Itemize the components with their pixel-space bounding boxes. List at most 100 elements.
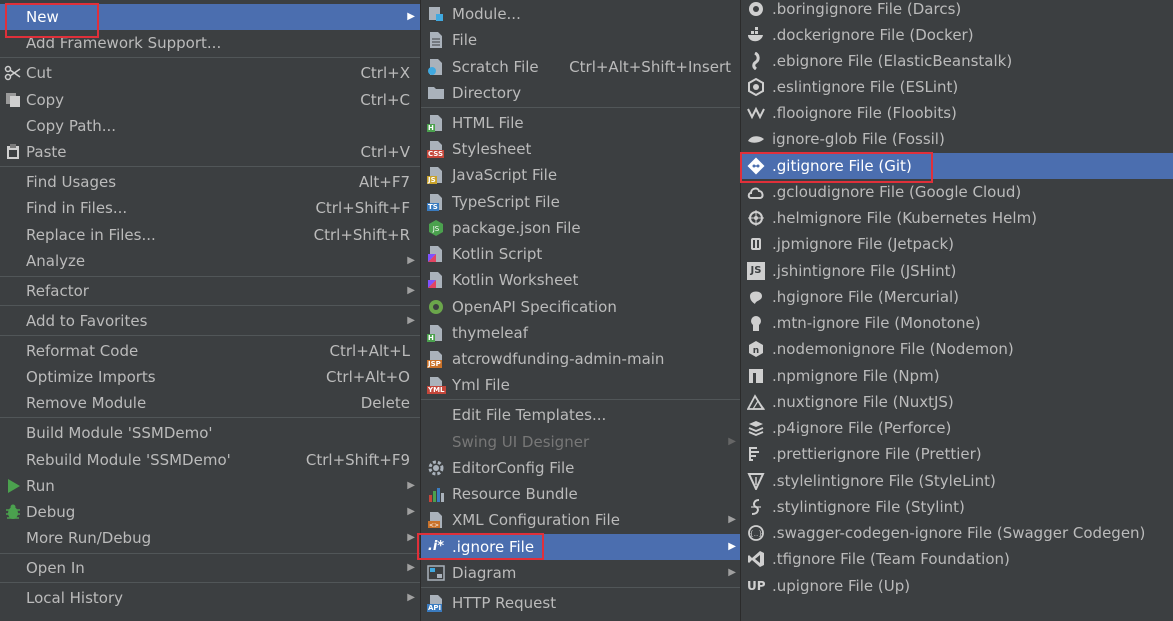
menu-item-find-usages[interactable]: Find Usages Alt+F7 bbox=[0, 169, 420, 195]
menu-item-paste[interactable]: Paste Ctrl+V bbox=[0, 139, 420, 165]
menu-item-nuxtignore[interactable]: .nuxtignore File (NuxtJS) bbox=[741, 389, 1173, 415]
menu-item-yml-file[interactable]: YML Yml File bbox=[421, 372, 741, 398]
menu-item-package-json[interactable]: JS package.json File bbox=[421, 215, 741, 241]
menu-item-module[interactable]: Module... bbox=[421, 1, 741, 27]
menu-item-optimize-imports[interactable]: Optimize Imports Ctrl+Alt+O bbox=[0, 364, 420, 390]
menu-item-editorconfig[interactable]: EditorConfig File bbox=[421, 455, 741, 481]
shortcut-text: Ctrl+Shift+F bbox=[315, 199, 410, 217]
submenu-arrow-icon: ▶ bbox=[407, 255, 415, 266]
menu-item-label: Build Module 'SSMDemo' bbox=[26, 424, 213, 442]
menu-item-new[interactable]: New ▶ bbox=[0, 4, 420, 30]
resource-bundle-icon bbox=[427, 485, 445, 503]
menu-item-reformat-code[interactable]: Reformat Code Ctrl+Alt+L bbox=[0, 338, 420, 364]
menu-item-thymeleaf[interactable]: H thymeleaf bbox=[421, 320, 741, 346]
menu-item-typescript-file[interactable]: TS TypeScript File bbox=[421, 189, 741, 215]
separator bbox=[0, 335, 420, 336]
stylint-icon bbox=[747, 498, 765, 516]
menu-item-find-in-files[interactable]: Find in Files... Ctrl+Shift+F bbox=[0, 195, 420, 221]
menu-item-kotlin-script[interactable]: Kotlin Script bbox=[421, 241, 741, 267]
menu-item-label: Module... bbox=[452, 5, 521, 23]
menu-item-javascript-file[interactable]: JS JavaScript File bbox=[421, 162, 741, 188]
menu-item-jshintignore[interactable]: JS .jshintignore File (JSHint) bbox=[741, 258, 1173, 284]
nodemon-icon: n bbox=[747, 340, 765, 358]
menu-item-eslintignore[interactable]: .eslintignore File (ESLint) bbox=[741, 74, 1173, 100]
menu-item-debug[interactable]: Debug ▶ bbox=[0, 499, 420, 525]
menu-item-ignore-glob[interactable]: ignore-glob File (Fossil) bbox=[741, 126, 1173, 152]
menu-item-http-request[interactable]: API HTTP Request bbox=[421, 590, 741, 616]
menu-item-boringignore[interactable]: .boringignore File (Darcs) bbox=[741, 0, 1173, 22]
npm-icon bbox=[747, 367, 765, 385]
menu-item-label: .boringignore File (Darcs) bbox=[772, 0, 962, 18]
menu-item-flooignore[interactable]: .flooignore File (Floobits) bbox=[741, 100, 1173, 126]
menu-item-gitignore[interactable]: .gitignore File (Git) bbox=[741, 153, 1173, 179]
menu-item-analyze[interactable]: Analyze ▶ bbox=[0, 248, 420, 274]
menu-item-resource-bundle[interactable]: Resource Bundle bbox=[421, 481, 741, 507]
menu-item-upignore[interactable]: UP .upignore File (Up) bbox=[741, 573, 1173, 599]
menu-item-label: Debug bbox=[26, 503, 76, 521]
menu-item-stylelintignore[interactable]: .stylelintignore File (StyleLint) bbox=[741, 468, 1173, 494]
submenu-arrow-icon: ▶ bbox=[728, 436, 736, 447]
menu-item-directory[interactable]: Directory bbox=[421, 80, 741, 106]
menu-item-jpmignore[interactable]: .jpmignore File (Jetpack) bbox=[741, 231, 1173, 257]
menu-item-diagram[interactable]: Diagram ▶ bbox=[421, 560, 741, 586]
menu-item-helmignore[interactable]: .helmignore File (Kubernetes Helm) bbox=[741, 205, 1173, 231]
menu-item-copy-path[interactable]: Copy Path... bbox=[0, 113, 420, 139]
menu-item-remove-module[interactable]: Remove Module Delete bbox=[0, 390, 420, 416]
menu-item-run[interactable]: Run ▶ bbox=[0, 473, 420, 499]
menu-item-prettierignore[interactable]: .prettierignore File (Prettier) bbox=[741, 441, 1173, 467]
menu-item-label: Run bbox=[26, 477, 55, 495]
menu-item-copy[interactable]: Copy Ctrl+C bbox=[0, 87, 420, 113]
menu-item-label: Stylesheet bbox=[452, 140, 532, 158]
menu-item-ignore-file[interactable]: .i* .ignore File ▶ bbox=[421, 534, 741, 560]
menu-item-open-in[interactable]: Open In ▶ bbox=[0, 555, 420, 581]
copy-icon bbox=[4, 91, 22, 109]
menu-item-refactor[interactable]: Refactor ▶ bbox=[0, 278, 420, 304]
menu-item-add-favorites[interactable]: Add to Favorites ▶ bbox=[0, 308, 420, 334]
menu-item-cut[interactable]: Cut Ctrl+X bbox=[0, 60, 420, 86]
menu-item-openapi[interactable]: OpenAPI Specification bbox=[421, 294, 741, 320]
menu-item-build-module[interactable]: Build Module 'SSMDemo' bbox=[0, 420, 420, 446]
menu-item-gcloudignore[interactable]: .gcloudignore File (Google Cloud) bbox=[741, 179, 1173, 205]
menu-item-ebignore[interactable]: .ebignore File (ElasticBeanstalk) bbox=[741, 48, 1173, 74]
menu-item-swing-ui-designer[interactable]: Swing UI Designer ▶ bbox=[421, 429, 741, 455]
menu-item-atcrowdfunding[interactable]: JSP atcrowdfunding-admin-main bbox=[421, 346, 741, 372]
submenu-arrow-icon: ▶ bbox=[407, 11, 415, 22]
menu-item-stylintignore[interactable]: .stylintignore File (Stylint) bbox=[741, 494, 1173, 520]
menu-item-kotlin-worksheet[interactable]: Kotlin Worksheet bbox=[421, 267, 741, 293]
menu-item-label: .flooignore File (Floobits) bbox=[772, 104, 957, 122]
separator bbox=[0, 166, 420, 167]
menu-item-label: Cut bbox=[26, 64, 52, 82]
eslint-icon bbox=[747, 78, 765, 96]
menu-item-scratch-file[interactable]: Scratch File Ctrl+Alt+Shift+Insert bbox=[421, 54, 741, 80]
menu-item-replace-in-files[interactable]: Replace in Files... Ctrl+Shift+R bbox=[0, 222, 420, 248]
menu-item-p4ignore[interactable]: .p4ignore File (Perforce) bbox=[741, 415, 1173, 441]
menu-item-nodemonignore[interactable]: n .nodemonignore File (Nodemon) bbox=[741, 336, 1173, 362]
folder-icon bbox=[427, 84, 445, 102]
menu-item-add-framework[interactable]: Add Framework Support... bbox=[0, 30, 420, 56]
menu-item-rebuild-module[interactable]: Rebuild Module 'SSMDemo' Ctrl+Shift+F9 bbox=[0, 447, 420, 473]
menu-item-label: .tfignore File (Team Foundation) bbox=[772, 550, 1010, 568]
menu-item-tfignore[interactable]: .tfignore File (Team Foundation) bbox=[741, 546, 1173, 572]
beanstalk-icon bbox=[747, 52, 765, 70]
menu-item-label: Kotlin Worksheet bbox=[452, 271, 579, 289]
separator bbox=[0, 582, 420, 583]
menu-item-stylesheet[interactable]: CSS Stylesheet bbox=[421, 136, 741, 162]
menu-item-dockerignore[interactable]: .dockerignore File (Docker) bbox=[741, 22, 1173, 48]
menu-item-swagger-codegen-ignore[interactable]: {..} .swagger-codegen-ignore File (Swagg… bbox=[741, 520, 1173, 546]
menu-item-more-run-debug[interactable]: More Run/Debug ▶ bbox=[0, 525, 420, 551]
menu-item-npmignore[interactable]: .npmignore File (Npm) bbox=[741, 363, 1173, 389]
menu-item-label: Resource Bundle bbox=[452, 485, 578, 503]
swagger-icon: {..} bbox=[747, 524, 765, 542]
menu-item-file[interactable]: File bbox=[421, 27, 741, 53]
helm-icon bbox=[747, 209, 765, 227]
menu-item-hgignore[interactable]: .hgignore File (Mercurial) bbox=[741, 284, 1173, 310]
menu-item-edit-file-templates[interactable]: Edit File Templates... bbox=[421, 402, 741, 428]
menu-item-label: .swagger-codegen-ignore File (Swagger Co… bbox=[772, 524, 1146, 542]
menu-item-label: Local History bbox=[26, 589, 124, 607]
scratch-file-icon bbox=[427, 58, 445, 76]
menu-item-mtn-ignore[interactable]: .mtn-ignore File (Monotone) bbox=[741, 310, 1173, 336]
menu-item-label: Add to Favorites bbox=[26, 312, 148, 330]
menu-item-html-file[interactable]: H HTML File bbox=[421, 110, 741, 136]
menu-item-xml-config[interactable]: <> XML Configuration File ▶ bbox=[421, 507, 741, 533]
menu-item-local-history[interactable]: Local History ▶ bbox=[0, 585, 420, 611]
